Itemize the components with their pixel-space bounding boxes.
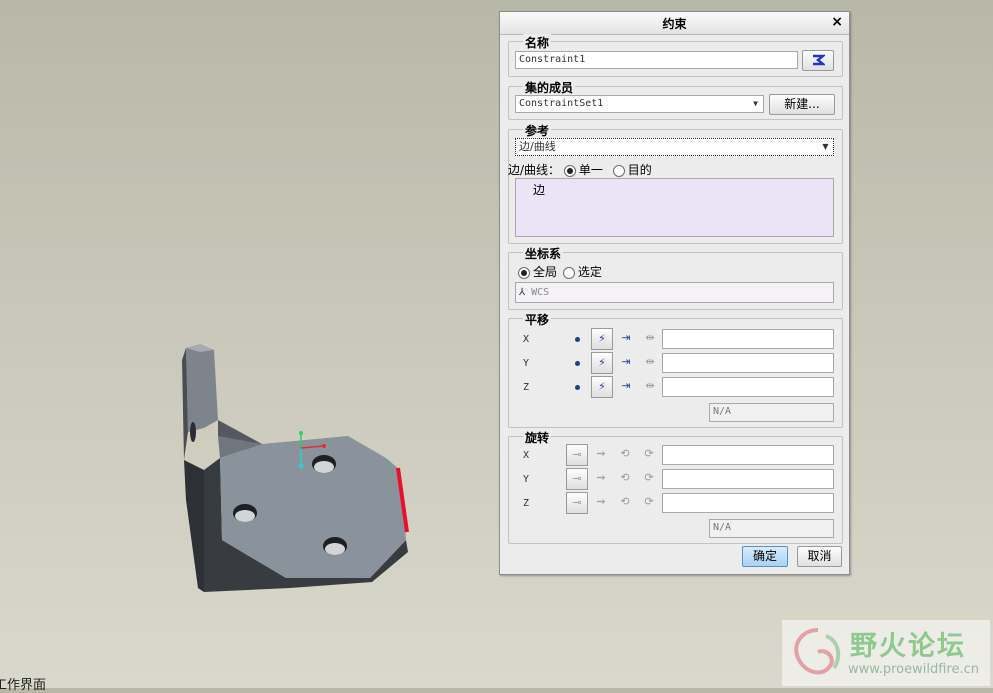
translation-summary: N/A [709, 403, 834, 422]
radio-selected[interactable] [562, 266, 575, 279]
rotation-z-free-icon[interactable]: ⊸ [566, 492, 588, 514]
reference-mode-row: 边/曲线： 单一 目的 [508, 161, 652, 178]
translation-y-fixed-icon[interactable]: ⇥ [615, 352, 637, 374]
new-set-button[interactable]: 新建... [769, 94, 835, 115]
rotation-y-fixed-icon[interactable]: ⇝ [590, 468, 612, 490]
flange-face [186, 344, 218, 432]
translation-y-limits-icon[interactable]: ⇹ [639, 352, 661, 374]
watermark: 野火论坛 www.proewildfire.cn [782, 620, 990, 686]
rotation-z-limits-icon[interactable]: ⟲ [614, 492, 636, 514]
coord-mode-row: 全局 选定 [518, 263, 602, 280]
dialog-titlebar[interactable]: 约束 × [500, 12, 849, 35]
translation-x-free-dot [575, 337, 580, 342]
rotation-x-free-icon[interactable]: ⊸ [566, 444, 588, 466]
reference-type-select[interactable]: 边/曲线 ▼ [515, 138, 834, 156]
translation-x-limits-icon[interactable]: ⇹ [639, 328, 661, 350]
close-icon[interactable]: × [831, 14, 843, 30]
name-group-label: 名称 [523, 34, 552, 51]
translation-z-input[interactable] [662, 377, 834, 397]
rotation-x-fixed-icon[interactable]: ⇝ [590, 444, 612, 466]
rotation-summary: N/A [709, 519, 834, 538]
rotation-z-input[interactable] [662, 493, 834, 513]
translation-x-fixed-icon[interactable]: ⇥ [615, 328, 637, 350]
rotation-x-input[interactable] [662, 445, 834, 465]
translation-z-free-icon[interactable]: ⚡ [591, 376, 613, 398]
translation-x-label: X [523, 334, 530, 345]
status-text: 工作界面 [0, 678, 47, 693]
constraint-dialog: 约束 × 名称 Constraint1 集的成员 ConstraintSet1 … [499, 11, 850, 575]
radio-single-label: 单一 [578, 163, 603, 177]
triad-x-end [322, 444, 326, 448]
coord-group: 坐标系 全局 选定 ⅄ WCS [508, 245, 843, 310]
csys-icon: ⅄ [519, 287, 526, 298]
radio-global[interactable] [518, 266, 530, 279]
radio-intent-label: 目的 [627, 163, 652, 177]
triad-origin [298, 463, 304, 469]
translation-x-free-icon[interactable]: ⚡ [591, 328, 613, 350]
reference-group-label: 参考 [523, 122, 552, 139]
reference-mode-label: 边/曲线： [508, 163, 561, 177]
translation-group: 平移 X ⚡ ⇥ ⇹ Y ⚡ ⇥ ⇹ Z ⚡ ⇥ ⇹ N/A [508, 311, 843, 428]
radio-selected-label: 选定 [577, 265, 602, 279]
name-group: 名称 Constraint1 [508, 34, 843, 77]
rotation-x-label: X [523, 450, 530, 461]
coord-group-label: 坐标系 [523, 245, 564, 262]
dialog-title: 约束 [662, 17, 687, 31]
name-input[interactable]: Constraint1 [515, 51, 798, 69]
chevron-down-icon[interactable]: ▼ [749, 97, 762, 111]
radio-global-label: 全局 [533, 265, 558, 279]
cancel-button[interactable]: 取消 [797, 546, 842, 567]
hole-2-inner [235, 510, 255, 522]
triad-y-end [299, 431, 303, 435]
reference-list-item[interactable]: 边 [533, 181, 545, 198]
reference-group: 参考 边/曲线 ▼ 边/曲线： 单一 目的 边 [508, 122, 843, 244]
translation-y-free-icon[interactable]: ⚡ [591, 352, 613, 374]
translation-y-input[interactable] [662, 353, 834, 373]
base-side-left [184, 460, 204, 592]
watermark-title: 野火论坛 [850, 631, 966, 662]
reference-list[interactable]: 边 [515, 178, 834, 237]
rotation-y-input[interactable] [662, 469, 834, 489]
csys-field[interactable]: ⅄ WCS [515, 282, 834, 303]
translation-x-input[interactable] [662, 329, 834, 349]
constraint-set-value: ConstraintSet1 [519, 98, 604, 109]
name-refresh-button[interactable] [802, 50, 834, 71]
rotation-group: 旋转 X ⊸ ⇝ ⟲ ⟳ Y ⊸ ⇝ ⟲ ⟳ Z ⊸ ⇝ ⟲ ⟳ N/A [508, 429, 843, 544]
rotation-x-limits-icon[interactable]: ⟲ [614, 444, 636, 466]
translation-z-fixed-icon[interactable]: ⇥ [615, 376, 637, 398]
radio-intent[interactable] [612, 164, 625, 177]
ok-button[interactable]: 确定 [742, 546, 788, 567]
rotation-y-free-icon[interactable]: ⊸ [566, 468, 588, 490]
refresh-icon [813, 54, 827, 66]
flange-hole [190, 422, 196, 442]
hole-1-inner [314, 461, 334, 473]
translation-z-free-dot [575, 385, 580, 390]
rotation-group-label: 旋转 [523, 429, 552, 446]
translation-y-label: Y [523, 358, 530, 369]
member-group-label: 集的成员 [523, 79, 576, 96]
rotation-y-limits-icon[interactable]: ⟲ [614, 468, 636, 490]
chevron-down-icon[interactable]: ▼ [819, 140, 832, 154]
rotation-z-fixed-icon[interactable]: ⇝ [590, 492, 612, 514]
member-group: 集的成员 ConstraintSet1 ▼ 新建... [508, 79, 843, 120]
rotation-z-label: Z [523, 498, 530, 509]
reference-type-value: 边/曲线 [519, 140, 556, 153]
hole-3-inner [325, 543, 345, 555]
constraint-set-select[interactable]: ConstraintSet1 ▼ [515, 95, 764, 113]
translation-group-label: 平移 [523, 311, 552, 328]
rotation-y-spring-icon[interactable]: ⟳ [638, 468, 660, 490]
translation-y-free-dot [575, 361, 580, 366]
rotation-x-spring-icon[interactable]: ⟳ [638, 444, 660, 466]
rotation-y-label: Y [523, 474, 530, 485]
csys-value: WCS [531, 287, 550, 298]
translation-z-label: Z [523, 382, 530, 393]
rotation-z-spring-icon[interactable]: ⟳ [638, 492, 660, 514]
radio-single[interactable] [563, 164, 576, 177]
watermark-url: www.proewildfire.cn [848, 662, 979, 677]
translation-z-limits-icon[interactable]: ⇹ [639, 376, 661, 398]
watermark-logo [794, 628, 841, 675]
